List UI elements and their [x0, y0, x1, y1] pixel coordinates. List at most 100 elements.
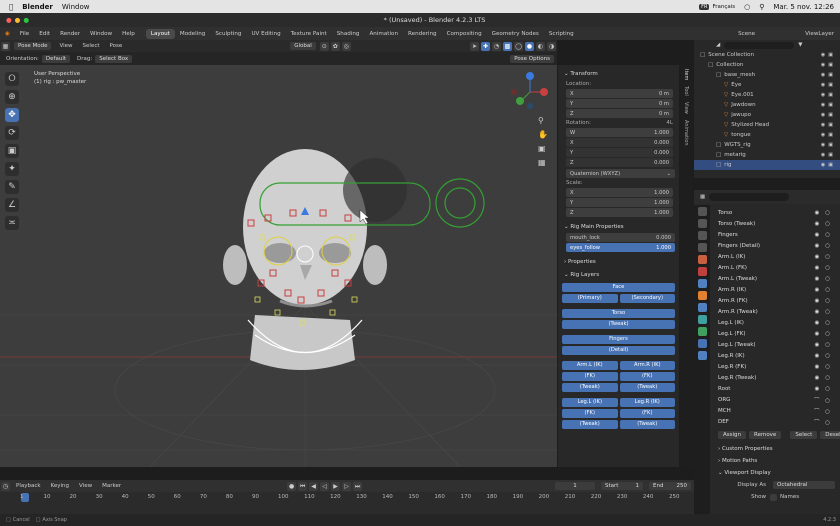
orientation-dropdown[interactable]: Default: [41, 54, 71, 63]
visibility-icon[interactable]: ◉▣: [821, 92, 836, 98]
visibility-icon[interactable]: ◉ ○: [815, 287, 832, 293]
menu-marker[interactable]: Marker: [97, 483, 126, 489]
modifier-props-icon[interactable]: [697, 303, 707, 312]
outliner-item[interactable]: ▽ Jawdown ◉▣: [694, 100, 840, 110]
outliner-item[interactable]: ▽ tongue ◉▣: [694, 130, 840, 140]
outliner-item[interactable]: ▽ jawupo ◉▣: [694, 110, 840, 120]
remove-button[interactable]: Remove: [749, 431, 782, 439]
layer-face-secondary-button[interactable]: (Secondary): [619, 294, 675, 303]
layer-leg-r-tweak-button[interactable]: (Tweak): [619, 420, 675, 429]
layer-arm-l-fk-button[interactable]: (FK): [562, 372, 618, 381]
visibility-icon[interactable]: ◉ ○: [815, 320, 832, 326]
scale-z-field[interactable]: Z1.000◦: [566, 208, 673, 217]
visibility-icon[interactable]: ◉ ○: [815, 265, 832, 271]
menu-timeline-view[interactable]: View: [74, 483, 97, 489]
bone-collection-item[interactable]: MCH ⌒ ○: [714, 405, 836, 416]
bone-collection-item[interactable]: Fingers ◉ ○: [714, 229, 836, 240]
pose-options-dropdown[interactable]: Pose Options: [510, 54, 554, 63]
visibility-icon[interactable]: ⌒ ○: [814, 396, 832, 404]
measure-tool-icon[interactable]: ∠: [5, 198, 19, 212]
display-as-dropdown[interactable]: Octahedral: [773, 481, 835, 489]
rotation-y-field[interactable]: Y0.000◦: [566, 148, 673, 157]
bone-collection-item[interactable]: Leg.L (IK) ◉ ○: [714, 317, 836, 328]
location-x-field[interactable]: X0 m◦: [566, 89, 673, 98]
visibility-icon[interactable]: ◉ ○: [815, 276, 832, 282]
rotation-lock-mode[interactable]: 4L: [666, 119, 673, 128]
shading-solid-icon[interactable]: ●: [525, 41, 534, 51]
drag-dropdown[interactable]: Select Box: [95, 54, 133, 63]
layer-arm-r-tweak-button[interactable]: (Tweak): [619, 383, 675, 392]
editor-type-icon[interactable]: ▦: [700, 194, 705, 200]
overlay-icon[interactable]: ◔: [492, 41, 501, 51]
tab-tool[interactable]: Tool: [683, 86, 689, 96]
apple-icon[interactable]: : [9, 3, 13, 11]
shading-material-icon[interactable]: ◐: [536, 41, 545, 51]
visibility-icon[interactable]: ◉ ○: [815, 309, 832, 315]
visibility-icon[interactable]: ◉▣: [821, 142, 836, 148]
rig-main-properties-header[interactable]: ⌄ Rig Main Properties: [558, 221, 679, 233]
layer-torso-tweak-button[interactable]: (Tweak): [562, 320, 675, 329]
editor-type-icon[interactable]: ▦: [1, 41, 10, 51]
visibility-icon[interactable]: ◉▣: [821, 52, 836, 58]
gizmo-icon[interactable]: ➤: [470, 41, 479, 51]
visibility-icon[interactable]: ◉ ○: [815, 232, 832, 238]
bone-collection-item[interactable]: Leg.R (FK) ◉ ○: [714, 361, 836, 372]
world-props-icon[interactable]: [697, 267, 707, 276]
rotation-mode-dropdown[interactable]: Quaternion (WXYZ) ⌄: [566, 169, 675, 178]
zoom-icon[interactable]: ⚲: [538, 116, 544, 125]
search-icon[interactable]: ⚲: [759, 3, 764, 11]
tab-modeling[interactable]: Modeling: [175, 29, 210, 39]
show-gizmo-icon[interactable]: ✚: [481, 41, 490, 51]
view-layer-props-icon[interactable]: [697, 243, 707, 252]
visibility-icon[interactable]: ◉▣: [821, 62, 836, 68]
menu-render[interactable]: Render: [55, 31, 85, 37]
record-icon[interactable]: ●: [287, 481, 297, 491]
grid-icon[interactable]: ▦: [538, 158, 546, 167]
menu-playback[interactable]: Playback: [11, 483, 46, 489]
motion-paths-header[interactable]: › Motion Paths: [712, 455, 840, 467]
mouth-lock-slider[interactable]: mouth_lock 0.000: [566, 233, 675, 242]
snap-icon[interactable]: ✿: [330, 41, 340, 51]
play-reverse-icon[interactable]: ◁: [320, 481, 330, 491]
location-y-field[interactable]: Y0 m◦: [566, 99, 673, 108]
visibility-icon[interactable]: ◉ ○: [815, 342, 832, 348]
tab-uv-editing[interactable]: UV Editing: [246, 29, 285, 39]
bone-constraint-icon[interactable]: [697, 351, 707, 360]
scene-selector[interactable]: Scene: [738, 31, 755, 37]
proportional-icon[interactable]: ◎: [341, 41, 351, 51]
outliner-item[interactable]: □ Collection ◉▣: [694, 60, 840, 70]
custom-properties-header[interactable]: › Custom Properties: [712, 443, 840, 455]
visibility-icon[interactable]: ◉▣: [821, 82, 836, 88]
tab-animation-sidebar[interactable]: Animation: [683, 120, 689, 146]
shading-wire-icon[interactable]: ◯: [514, 41, 523, 51]
rotation-z-field[interactable]: Z0.000◦: [566, 158, 673, 167]
tab-animation[interactable]: Animation: [364, 29, 403, 39]
shading-render-icon[interactable]: ◑: [547, 41, 556, 51]
bone-collection-item[interactable]: Root ◉ ○: [714, 383, 836, 394]
menu-window[interactable]: Window: [85, 31, 117, 37]
visibility-icon[interactable]: ◉▣: [821, 152, 836, 158]
timeline-editor-icon[interactable]: ◷: [1, 481, 10, 491]
3d-viewport[interactable]: ⚲ ✋ ▣ ▦: [0, 65, 557, 467]
layer-arm-r-ik-button[interactable]: Arm.R (IK): [619, 361, 675, 370]
tab-shading[interactable]: Shading: [332, 29, 365, 39]
object-props-icon[interactable]: [697, 291, 707, 300]
viewlayer-selector[interactable]: ViewLayer: [805, 31, 834, 37]
scene-props-icon[interactable]: [697, 255, 707, 264]
start-frame-field[interactable]: Start 1: [601, 482, 643, 490]
mac-app-name[interactable]: Blender: [22, 3, 53, 11]
rig-layers-header[interactable]: ⌄ Rig Layers: [558, 269, 679, 281]
rotate-tool-icon[interactable]: ⟳: [5, 126, 19, 140]
tab-rendering[interactable]: Rendering: [403, 29, 442, 39]
visibility-icon[interactable]: ⌒ ○: [814, 407, 832, 415]
visibility-icon[interactable]: ◉▣: [821, 102, 836, 108]
mac-datetime[interactable]: Mar. 5 nov. 12:26: [773, 3, 834, 11]
outliner-search-input[interactable]: [724, 41, 795, 49]
visibility-icon[interactable]: ◉▣: [821, 162, 836, 168]
filter-icon[interactable]: ◢: [716, 42, 720, 48]
layer-leg-l-tweak-button[interactable]: (Tweak): [562, 420, 618, 429]
end-frame-field[interactable]: End 250: [649, 482, 691, 490]
jump-start-icon[interactable]: ⏮: [298, 481, 308, 491]
rotation-w-field[interactable]: W1.000◦: [566, 128, 673, 137]
jump-end-icon[interactable]: ⏭: [353, 481, 363, 491]
